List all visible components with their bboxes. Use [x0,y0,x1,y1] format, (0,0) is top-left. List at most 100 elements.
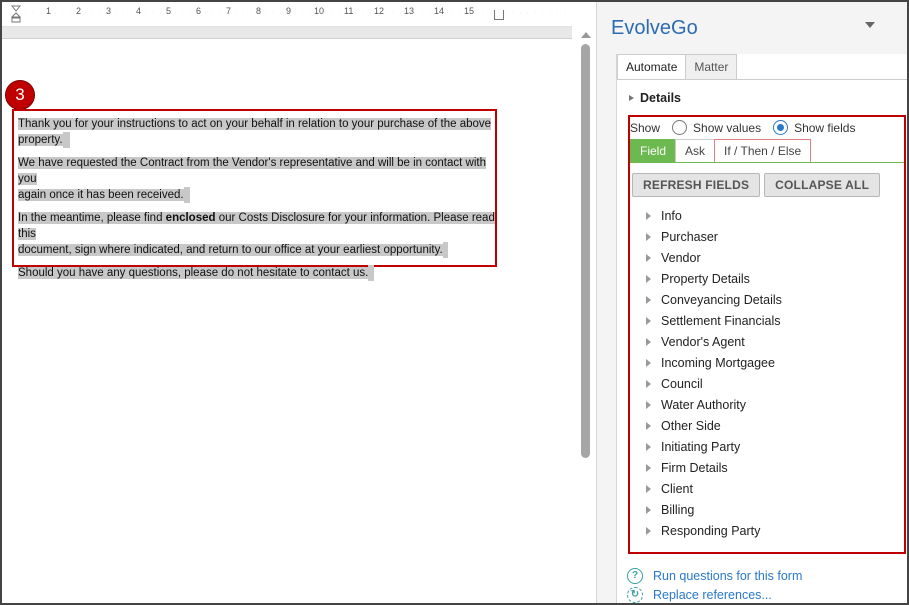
expand-arrow-icon[interactable] [646,358,651,367]
run-questions-link[interactable]: ? Run questions for this form [627,566,802,585]
replace-references-link[interactable]: ↻ Replace references... [627,585,802,603]
ruler-number: 14 [434,6,445,16]
expand-arrow-icon[interactable] [646,421,651,430]
expand-arrow-icon[interactable] [646,337,651,346]
selection-padding [442,242,448,258]
show-fields-label[interactable]: Show fields [794,121,855,135]
field-mode-tabs: Field Ask If / Then / Else [630,139,812,163]
ruler-number: 3 [106,6,112,16]
tree-item-conveyancing-details[interactable]: Conveyancing Details [646,289,782,310]
tab-automate[interactable]: Automate [617,54,687,80]
panel-menu-chevron-down-icon[interactable] [865,22,875,28]
paragraph-2-line-1: We have requested the Contract from the … [18,157,486,185]
field-tree: Info Purchaser Vendor Property Details C… [646,205,782,541]
paragraph-1-line-1: Thank you for your instructions to act o… [18,118,492,130]
scroll-up-icon[interactable] [581,32,591,38]
collapse-all-button[interactable]: COLLAPSE ALL [764,173,881,197]
tree-item-vendor[interactable]: Vendor [646,247,782,268]
expand-arrow-icon[interactable] [646,526,651,535]
paragraph-1[interactable]: Thank you for your instructions to act o… [18,116,495,148]
ruler-number: 2 [76,6,82,16]
right-indent-marker-icon[interactable] [494,10,504,20]
tree-item-label: Other Side [661,418,721,433]
tree-item-label: Client [661,481,693,496]
expand-arrow-icon[interactable] [646,484,651,493]
show-label: Show [630,120,661,135]
show-values-label[interactable]: Show values [693,121,761,135]
expand-arrow-icon[interactable] [646,295,651,304]
expand-arrow-icon[interactable] [646,400,651,409]
tab-ask[interactable]: Ask [675,139,716,163]
tree-item-label: Council [661,376,703,391]
tree-item-council[interactable]: Council [646,373,782,394]
page-break-gap [2,27,572,39]
tree-item-label: Water Authority [661,397,746,412]
paragraph-2[interactable]: We have requested the Contract from the … [18,155,495,203]
show-fields-radio[interactable] [773,120,789,135]
expand-arrow-icon [629,95,634,101]
expand-arrow-icon[interactable] [646,442,651,451]
tree-item-info[interactable]: Info [646,205,782,226]
tree-item-client[interactable]: Client [646,478,782,499]
tree-item-responding-party[interactable]: Responding Party [646,520,782,541]
replace-references-label: Replace references... [653,587,772,602]
expand-arrow-icon[interactable] [646,253,651,262]
ruler-number: 15 [464,6,475,16]
show-values-radio[interactable] [672,120,688,135]
tree-item-vendors-agent[interactable]: Vendor's Agent [646,331,782,352]
selected-text-annotation-box: Thank you for your instructions to act o… [12,109,497,281]
ruler-number: 7 [226,6,232,16]
ruler-number: 12 [374,6,385,16]
tree-item-label: Vendor [661,250,701,265]
selection-padding [62,132,70,148]
selection-padding [183,187,190,203]
tree-item-label: Firm Details [661,460,728,475]
tree-item-billing[interactable]: Billing [646,499,782,520]
show-mode-row: Show Show values Show fields [630,120,855,135]
tree-item-purchaser[interactable]: Purchaser [646,226,782,247]
paragraph-3[interactable]: In the meantime, please find enclosed ou… [18,210,495,258]
vertical-scrollbar[interactable] [580,32,592,603]
ruler-number: 13 [404,6,415,16]
paragraph-4[interactable]: Should you have any questions, please do… [18,265,495,281]
expand-arrow-icon[interactable] [646,316,651,325]
run-questions-label: Run questions for this form [653,568,803,583]
details-label: Details [640,91,681,105]
tab-field[interactable]: Field [630,139,677,163]
tree-item-label: Initiating Party [661,439,741,454]
tree-item-label: Responding Party [661,523,761,538]
tab-if-then-else[interactable]: If / Then / Else [714,139,812,163]
document-body[interactable]: Thank you for your instructions to act o… [18,116,495,288]
tree-item-property-details[interactable]: Property Details [646,268,782,289]
expand-arrow-icon[interactable] [646,274,651,283]
expand-arrow-icon[interactable] [646,232,651,241]
horizontal-ruler[interactable]: 1 2 3 4 5 6 7 8 9 10 11 12 13 14 15 [2,2,572,27]
expand-arrow-icon[interactable] [646,211,651,220]
details-section-toggle[interactable]: Details [629,91,681,105]
scroll-thumb[interactable] [581,44,590,458]
paragraph-3-line-1-start: In the meantime, please find [18,212,166,224]
expand-arrow-icon[interactable] [646,379,651,388]
tree-item-incoming-mortgagee[interactable]: Incoming Mortgagee [646,352,782,373]
tab-matter[interactable]: Matter [685,54,738,80]
evolvego-side-panel: EvolveGo 5 Automate Matter Details Show … [596,2,907,603]
expand-arrow-icon[interactable] [646,463,651,472]
question-icon: ? [627,567,643,584]
tree-item-label: Vendor's Agent [661,334,745,349]
refresh-fields-button[interactable]: REFRESH FIELDS [632,173,761,197]
expand-arrow-icon[interactable] [646,505,651,514]
indent-marker-icon[interactable] [11,5,21,23]
tree-item-water-authority[interactable]: Water Authority [646,394,782,415]
ruler-number: 8 [256,6,262,16]
paragraph-4-line-1: Should you have any questions, please do… [18,267,369,279]
ruler-number: 11 [344,6,354,16]
tree-item-label: Conveyancing Details [661,292,782,307]
selection-padding [368,265,375,281]
tree-item-initiating-party[interactable]: Initiating Party [646,436,782,457]
tree-item-other-side[interactable]: Other Side [646,415,782,436]
tree-item-label: Info [661,208,682,223]
paragraph-1-line-2: property. [18,134,63,146]
tree-item-firm-details[interactable]: Firm Details [646,457,782,478]
tree-item-settlement-financials[interactable]: Settlement Financials [646,310,782,331]
ruler-number: 4 [136,6,142,16]
